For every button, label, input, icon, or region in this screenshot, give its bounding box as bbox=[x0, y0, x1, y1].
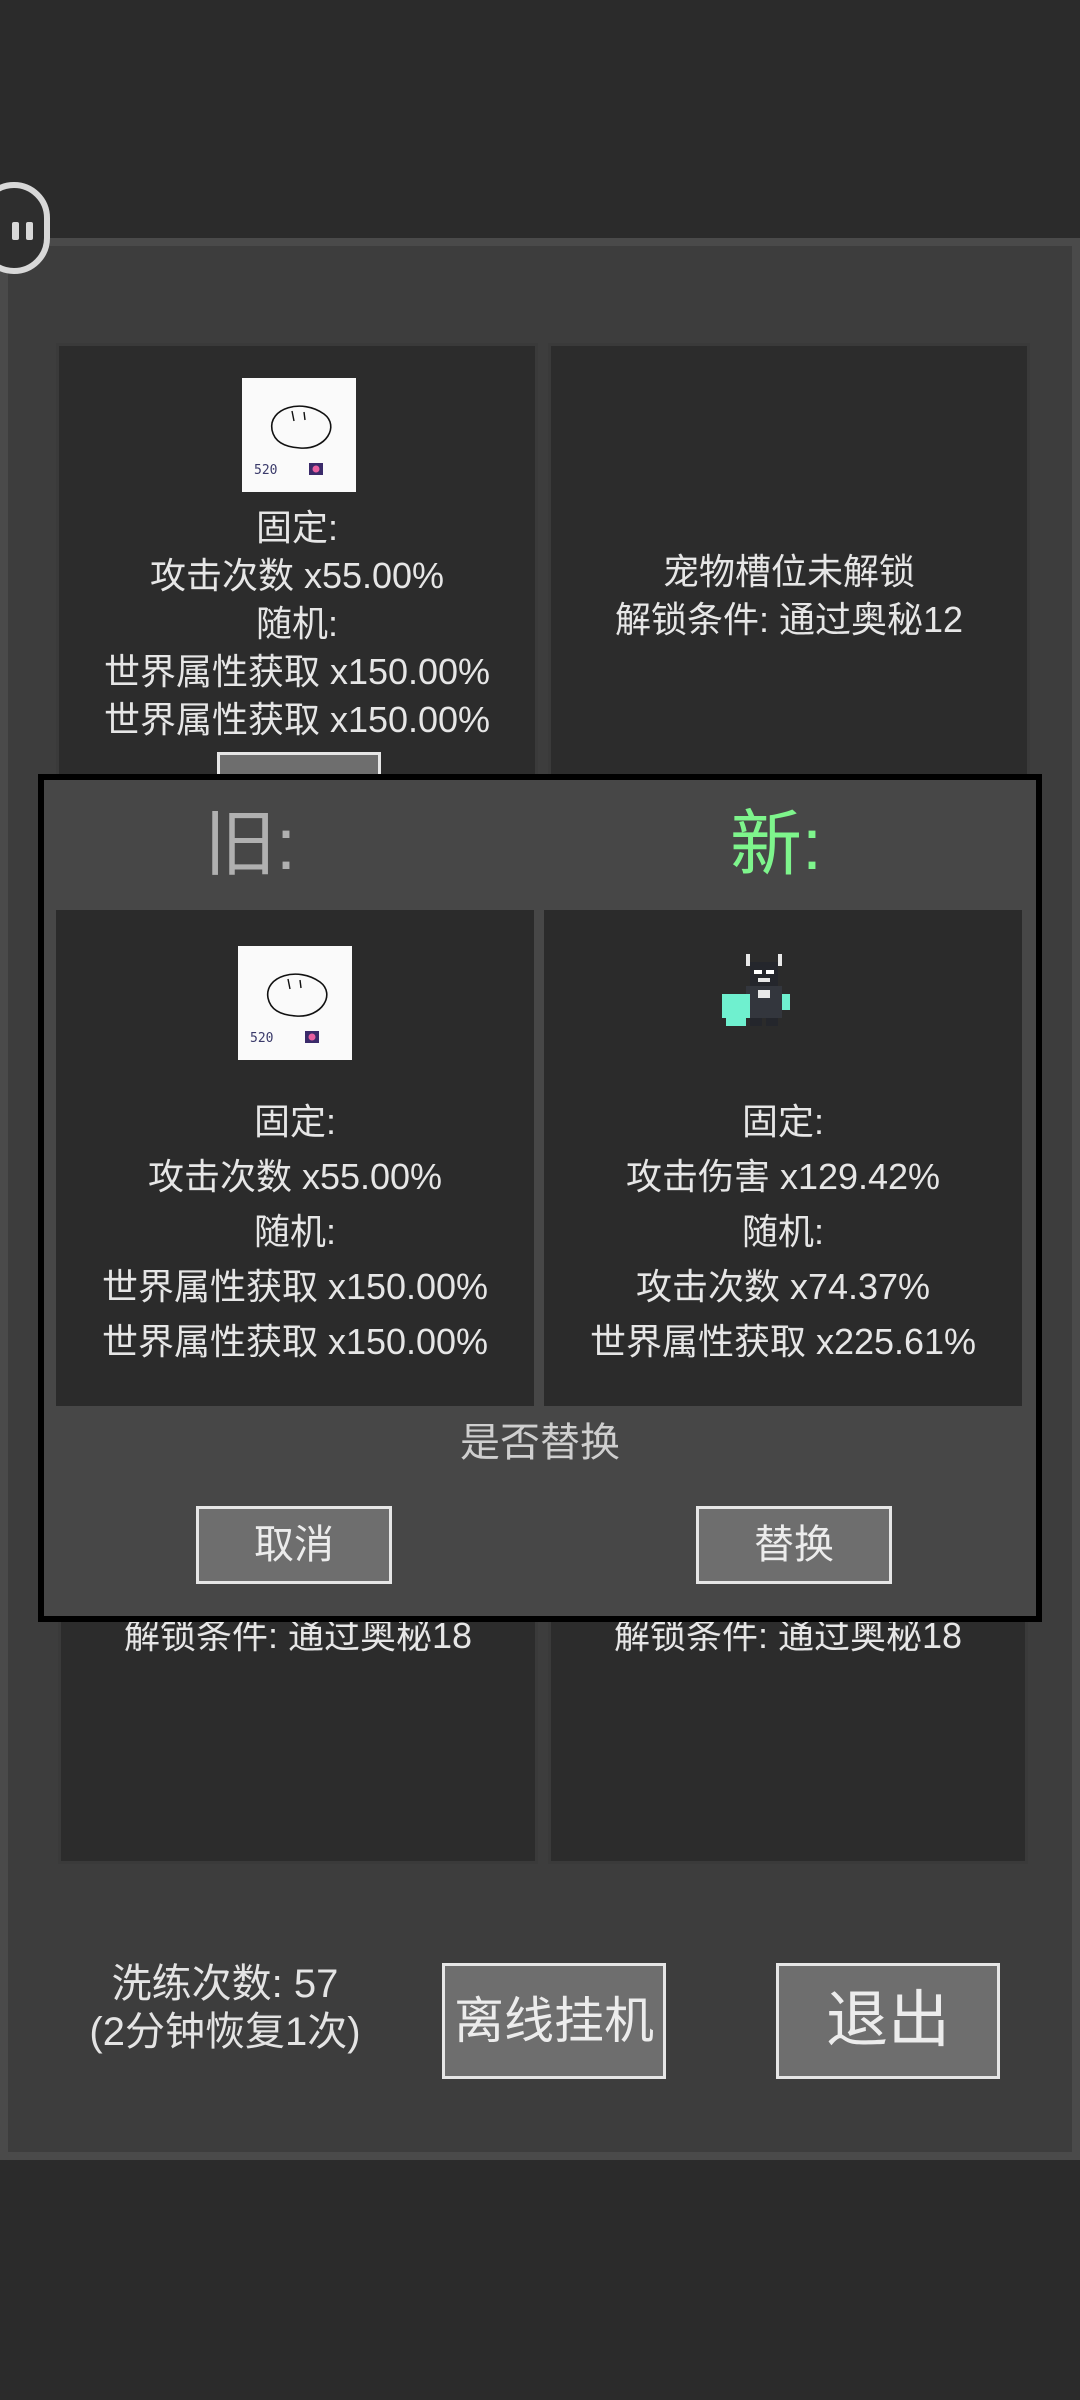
new-random-attr-1: 攻击次数 x74.37% bbox=[635, 1266, 931, 1307]
old-pet-panel: 520 固定: 攻击次数 x55.00% 随机: 世界属性获取 x150.00%… bbox=[56, 910, 534, 1406]
pet-sketch-icon: 520 bbox=[250, 973, 328, 1046]
pet-image: 520 bbox=[242, 378, 356, 492]
cancel-button[interactable]: 取消 bbox=[196, 1506, 392, 1584]
new-random-label: 随机: bbox=[741, 1211, 824, 1252]
refine-recover-text: (2分钟恢复1次) bbox=[89, 2010, 361, 2054]
refine-count: 洗练次数: 57 bbox=[111, 1962, 339, 2006]
random-attr-2: 世界属性获取 x150.00% bbox=[103, 699, 491, 740]
fixed-label: 固定: bbox=[255, 507, 338, 548]
new-fixed-label: 固定: bbox=[741, 1101, 824, 1142]
new-pet-panel: 固定: 攻击伤害 x129.42% 随机: 攻击次数 x74.37% 世界属性获… bbox=[544, 910, 1022, 1406]
new-pet-sprite-icon bbox=[722, 954, 790, 1026]
pet-slot-3: 解锁条件: 通过奥秘18 bbox=[58, 1600, 538, 1864]
random-label: 随机: bbox=[255, 603, 338, 644]
old-title: 旧: bbox=[204, 805, 297, 885]
new-random-attr-2: 世界属性获取 x225.61% bbox=[589, 1321, 977, 1362]
old-random-label: 随机: bbox=[253, 1211, 336, 1252]
pet-slot-4: 解锁条件: 通过奥秘18 bbox=[548, 1600, 1028, 1864]
pause-icon bbox=[12, 222, 19, 240]
old-fixed-label: 固定: bbox=[253, 1101, 336, 1142]
new-fixed-attr-1: 攻击伤害 x129.42% bbox=[625, 1156, 941, 1197]
replace-pet-dialog: 旧: 新: 520 固定: 攻击次数 x55.00% 随机: 世界属性获取 x1… bbox=[38, 774, 1042, 1622]
pet-sketch-caption: 520 bbox=[250, 1031, 273, 1046]
replace-question: 是否替换 bbox=[460, 1421, 620, 1465]
pet-sketch-caption: 520 bbox=[254, 463, 277, 478]
unlock-condition: 解锁条件: 通过奥秘12 bbox=[614, 599, 964, 640]
old-pet-image: 520 bbox=[238, 946, 352, 1060]
offline-idle-button[interactable]: 离线挂机 bbox=[442, 1963, 666, 2079]
exit-button[interactable]: 退出 bbox=[776, 1963, 1000, 2079]
pet-sketch-icon: 520 bbox=[254, 405, 332, 478]
pet-slot-2: 宠物槽位未解锁 解锁条件: 通过奥秘12 bbox=[548, 343, 1030, 783]
fixed-attr-1: 攻击次数 x55.00% bbox=[149, 555, 445, 596]
old-fixed-attr-1: 攻击次数 x55.00% bbox=[147, 1156, 443, 1197]
pet-slot-1[interactable]: 520 固定: 攻击次数 x55.00% 随机: 世界属性获取 x150.00%… bbox=[56, 343, 538, 792]
random-attr-1: 世界属性获取 x150.00% bbox=[103, 651, 491, 692]
replace-button[interactable]: 替换 bbox=[696, 1506, 892, 1584]
new-title: 新: bbox=[730, 805, 823, 885]
slot-locked-text: 宠物槽位未解锁 bbox=[662, 551, 915, 592]
old-random-attr-2: 世界属性获取 x150.00% bbox=[101, 1321, 489, 1362]
old-random-attr-1: 世界属性获取 x150.00% bbox=[101, 1266, 489, 1307]
